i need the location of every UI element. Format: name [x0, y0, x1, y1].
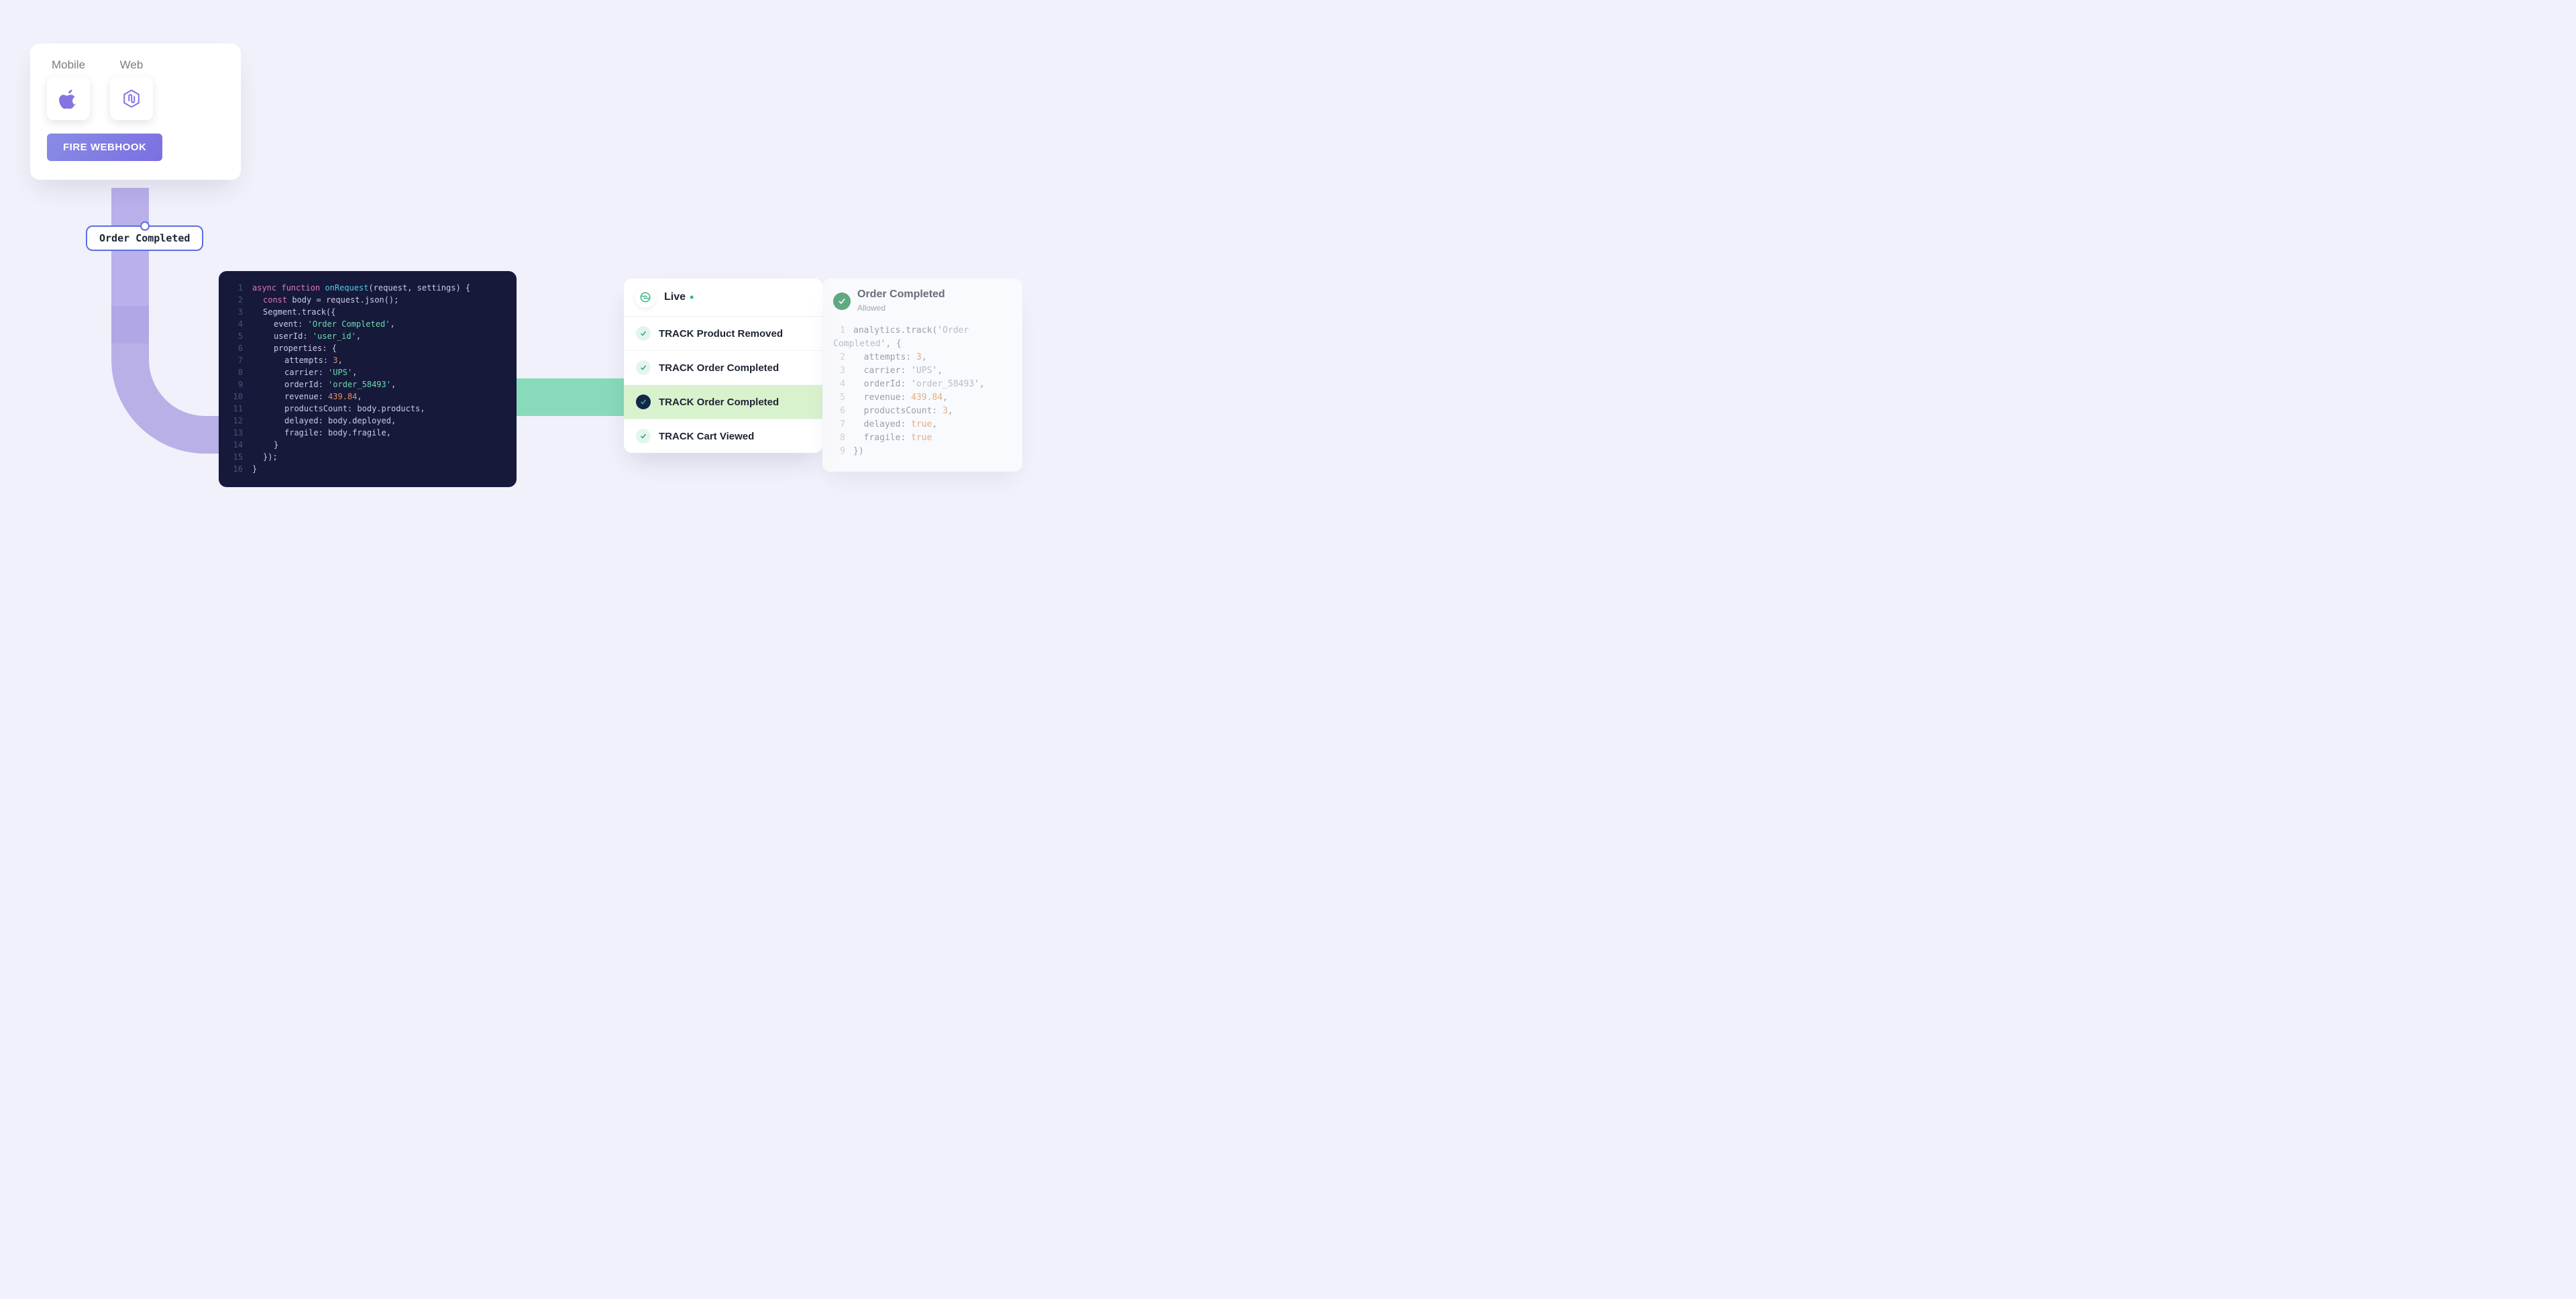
code-panel: 1async function onRequest(request, setti… — [219, 271, 517, 487]
event-row[interactable]: TRACK Order Completed — [624, 351, 822, 385]
source-card: Mobile Web FIRE WEBHOOK — [30, 44, 241, 180]
event-detail-card: Order Completed Allowed 1analytics.track… — [822, 278, 1022, 472]
event-label: TRACK Product Removed — [659, 328, 783, 340]
nodejs-icon — [110, 77, 153, 120]
event-row[interactable]: TRACK Cart Viewed — [624, 419, 822, 453]
source-row: Mobile Web — [47, 58, 224, 120]
check-icon — [636, 429, 651, 444]
events-header: Live • — [624, 278, 822, 317]
source-web-label: Web — [120, 58, 144, 72]
event-detail-title: Order Completed — [857, 288, 945, 301]
event-row[interactable]: TRACK Product Removed — [624, 317, 822, 351]
live-indicator-icon: • — [690, 291, 694, 305]
event-label: TRACK Cart Viewed — [659, 431, 754, 442]
event-label: TRACK Order Completed — [659, 397, 779, 408]
fire-webhook-button[interactable]: FIRE WEBHOOK — [47, 134, 162, 161]
event-row-selected[interactable]: TRACK Order Completed — [624, 385, 822, 419]
events-live-label: Live — [664, 291, 686, 303]
segment-icon — [635, 287, 656, 308]
diagram-stage: Mobile Web FIRE WEBHOOK Order Completed … — [0, 0, 1038, 523]
events-card: Live • TRACK Product Removed TRACK Order… — [624, 278, 822, 453]
event-detail-header: Order Completed Allowed — [833, 288, 1012, 315]
apple-icon — [47, 77, 90, 120]
event-detail-subtitle: Allowed — [857, 301, 945, 315]
source-mobile-label: Mobile — [52, 58, 85, 72]
source-mobile: Mobile — [47, 58, 90, 120]
flow-pipe-green — [510, 378, 631, 416]
check-icon — [636, 395, 651, 409]
check-icon — [636, 326, 651, 341]
check-icon — [833, 293, 851, 310]
source-web: Web — [110, 58, 153, 120]
event-badge: Order Completed — [86, 225, 203, 251]
check-icon — [636, 360, 651, 375]
event-label: TRACK Order Completed — [659, 362, 779, 374]
